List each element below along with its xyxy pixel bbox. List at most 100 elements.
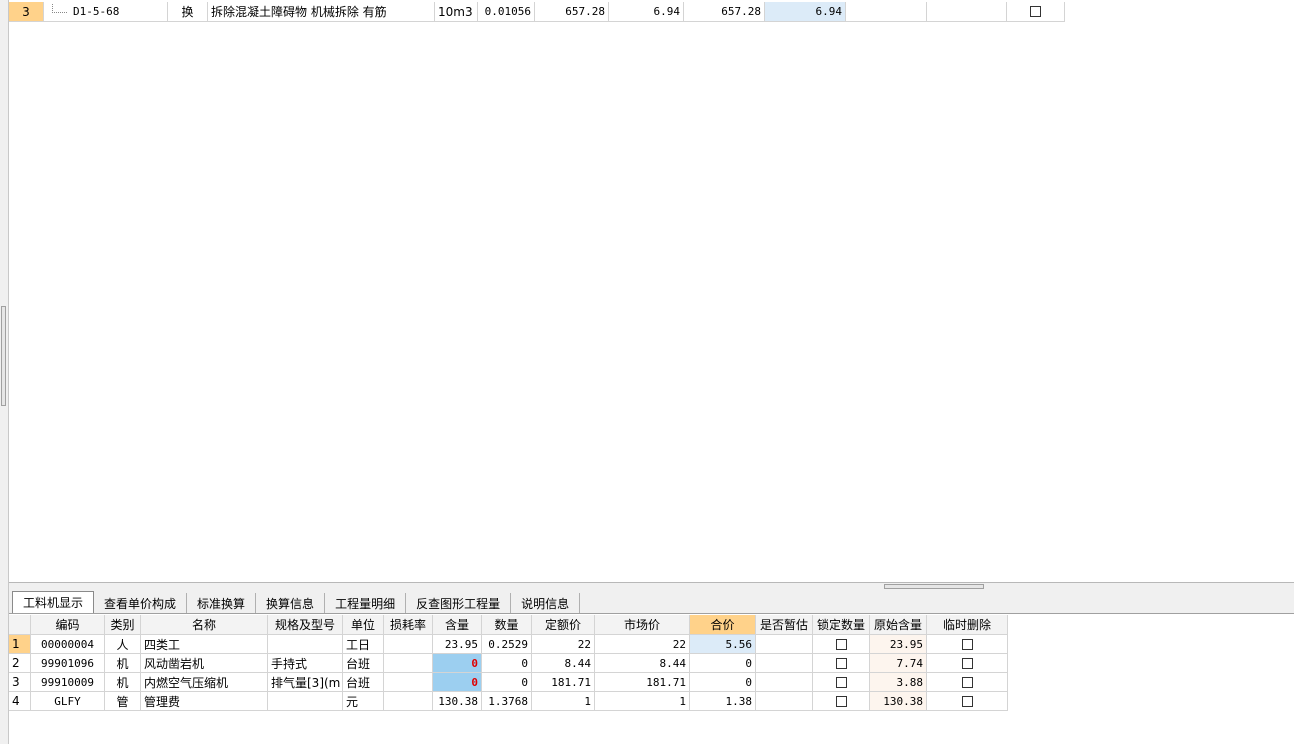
total-price-cell[interactable]: 0: [690, 654, 756, 673]
empty-cell[interactable]: [846, 2, 927, 22]
name-cell[interactable]: 内燃空气压缩机: [141, 673, 268, 692]
lock-quantity-checkbox[interactable]: [835, 657, 847, 669]
table-row[interactable]: 3 99910009 机 内燃空气压缩机 排气量[3](m 台班 0 0 181…: [9, 673, 1008, 692]
name-cell[interactable]: 风动凿岩机: [141, 654, 268, 673]
total-price-cell[interactable]: 1.38: [690, 692, 756, 711]
tab-quantity-detail[interactable]: 工程量明细: [325, 593, 407, 613]
code-cell[interactable]: GLFY: [31, 692, 105, 711]
name-cell[interactable]: 四类工: [141, 635, 268, 654]
tab-reverse-graphic-quantity[interactable]: 反查图形工程量: [406, 593, 512, 613]
market-price-cell[interactable]: 8.44: [595, 654, 690, 673]
tab-labor-material-machine[interactable]: 工料机显示: [12, 591, 95, 613]
provisional-cell[interactable]: [756, 673, 813, 692]
quantity-cell[interactable]: 0.2529: [482, 635, 532, 654]
temp-delete-checkbox[interactable]: [961, 638, 973, 650]
row-checkbox[interactable]: [1030, 6, 1041, 17]
unit-cell[interactable]: 台班: [343, 673, 384, 692]
category-cell[interactable]: 机: [105, 654, 141, 673]
table-row[interactable]: 3 D1-5-68 换 拆除混凝土障碍物 机械拆除 有筋 10m3 0.0105…: [9, 2, 1065, 22]
header-original-content[interactable]: 原始含量: [870, 615, 927, 635]
unit-cell[interactable]: 元: [343, 692, 384, 711]
content-cell-modified[interactable]: 0: [433, 654, 482, 673]
lock-quantity-cell[interactable]: [813, 692, 870, 711]
name-cell[interactable]: 拆除混凝土障碍物 机械拆除 有筋: [208, 2, 435, 22]
value-cell[interactable]: 657.28: [535, 2, 609, 22]
header-total-price[interactable]: 合价: [690, 615, 756, 635]
header-content[interactable]: 含量: [433, 615, 482, 635]
row-number[interactable]: 3: [9, 673, 31, 692]
loss-rate-cell[interactable]: [384, 654, 433, 673]
table-row[interactable]: 4 GLFY 管 管理费 元 130.38 1.3768 1 1 1.38 13…: [9, 692, 1008, 711]
temp-delete-cell[interactable]: [927, 635, 1008, 654]
tab-description-info[interactable]: 说明信息: [511, 593, 581, 613]
tab-conversion-info[interactable]: 换算信息: [256, 593, 326, 613]
temp-delete-checkbox[interactable]: [961, 695, 973, 707]
quantity-cell[interactable]: 1.3768: [482, 692, 532, 711]
row-number[interactable]: 1: [9, 635, 31, 654]
left-splitter-handle[interactable]: [1, 306, 6, 406]
temp-delete-checkbox[interactable]: [961, 676, 973, 688]
quota-price-cell[interactable]: 22: [532, 635, 595, 654]
code-cell[interactable]: 99901096: [31, 654, 105, 673]
row-number[interactable]: 3: [9, 2, 44, 22]
quantity-cell[interactable]: 0: [482, 654, 532, 673]
unit-cell[interactable]: 10m3: [435, 2, 478, 22]
quantity-cell[interactable]: 0.01056: [478, 2, 535, 22]
empty-cell[interactable]: [927, 2, 1007, 22]
unit-cell[interactable]: 工日: [343, 635, 384, 654]
market-price-cell[interactable]: 1: [595, 692, 690, 711]
header-temp-delete[interactable]: 临时删除: [927, 615, 1008, 635]
spec-cell[interactable]: 手持式: [268, 654, 343, 673]
loss-rate-cell[interactable]: [384, 692, 433, 711]
lock-quantity-checkbox[interactable]: [835, 695, 847, 707]
header-provisional[interactable]: 是否暂估: [756, 615, 813, 635]
quota-price-cell[interactable]: 181.71: [532, 673, 595, 692]
header-market-price[interactable]: 市场价: [595, 615, 690, 635]
quota-price-cell[interactable]: 1: [532, 692, 595, 711]
lock-quantity-cell[interactable]: [813, 635, 870, 654]
header-category[interactable]: 类别: [105, 615, 141, 635]
table-row[interactable]: 1 00000004 人 四类工 工日 23.95 0.2529 22 22 5…: [9, 635, 1008, 654]
type-cell[interactable]: 换: [168, 2, 208, 22]
unit-cell[interactable]: 台班: [343, 654, 384, 673]
temp-delete-cell[interactable]: [927, 673, 1008, 692]
tab-standard-conversion[interactable]: 标准换算: [187, 593, 257, 613]
header-spec[interactable]: 规格及型号: [268, 615, 343, 635]
value-cell[interactable]: 657.28: [684, 2, 765, 22]
row-number[interactable]: 2: [9, 654, 31, 673]
spec-cell[interactable]: [268, 635, 343, 654]
table-row[interactable]: 2 99901096 机 风动凿岩机 手持式 台班 0 0 8.44 8.44 …: [9, 654, 1008, 673]
provisional-cell[interactable]: [756, 692, 813, 711]
splitter-handle[interactable]: [884, 584, 984, 589]
category-cell[interactable]: 人: [105, 635, 141, 654]
total-price-cell[interactable]: 5.56: [690, 635, 756, 654]
market-price-cell[interactable]: 22: [595, 635, 690, 654]
code-cell[interactable]: 99910009: [31, 673, 105, 692]
total-price-cell[interactable]: 0: [690, 673, 756, 692]
quantity-cell[interactable]: 0: [482, 673, 532, 692]
temp-delete-cell[interactable]: [927, 692, 1008, 711]
tab-unit-price-composition[interactable]: 查看单价构成: [94, 593, 188, 613]
content-cell[interactable]: 23.95: [433, 635, 482, 654]
temp-delete-cell[interactable]: [927, 654, 1008, 673]
value-cell[interactable]: 6.94: [609, 2, 684, 22]
content-cell[interactable]: 130.38: [433, 692, 482, 711]
spec-cell[interactable]: [268, 692, 343, 711]
header-lock-quantity[interactable]: 锁定数量: [813, 615, 870, 635]
header-unit[interactable]: 单位: [343, 615, 384, 635]
content-cell-modified[interactable]: 0: [433, 673, 482, 692]
checkbox-cell[interactable]: [1007, 2, 1065, 22]
lock-quantity-cell[interactable]: [813, 673, 870, 692]
lock-quantity-checkbox[interactable]: [835, 676, 847, 688]
header-quota-price[interactable]: 定额价: [532, 615, 595, 635]
spec-cell[interactable]: 排气量[3](m: [268, 673, 343, 692]
lock-quantity-checkbox[interactable]: [835, 638, 847, 650]
loss-rate-cell[interactable]: [384, 673, 433, 692]
category-cell[interactable]: 机: [105, 673, 141, 692]
lock-quantity-cell[interactable]: [813, 654, 870, 673]
header-name[interactable]: 名称: [141, 615, 268, 635]
row-number[interactable]: 4: [9, 692, 31, 711]
category-cell[interactable]: 管: [105, 692, 141, 711]
header-quantity[interactable]: 数量: [482, 615, 532, 635]
name-cell[interactable]: 管理费: [141, 692, 268, 711]
